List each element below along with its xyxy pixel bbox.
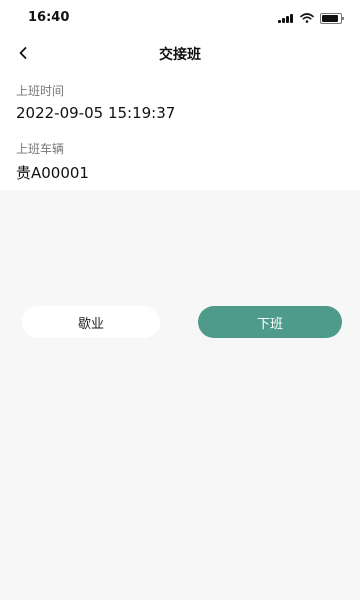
shift-info-card: 上班时间 2022-09-05 15:19:37 上班车辆 贵A00001 — [0, 70, 360, 190]
status-time: 16:40 — [28, 10, 70, 25]
nav-bar: 交接班 — [0, 36, 360, 70]
wifi-icon — [300, 13, 314, 23]
vehicle-label: 上班车辆 — [16, 142, 65, 156]
shift-time-label: 上班时间 — [16, 84, 65, 98]
rest-button[interactable]: 歇业 — [22, 306, 160, 338]
off-duty-button[interactable]: 下班 — [198, 306, 342, 338]
vehicle-value: 贵A00001 — [16, 164, 89, 182]
page-title: 交接班 — [159, 47, 201, 63]
status-bar: 16:40 — [0, 0, 360, 36]
battery-icon — [320, 12, 344, 24]
shift-time-value: 2022-09-05 15:19:37 — [16, 104, 176, 122]
signal-icon — [278, 13, 294, 23]
status-icons — [278, 11, 344, 25]
